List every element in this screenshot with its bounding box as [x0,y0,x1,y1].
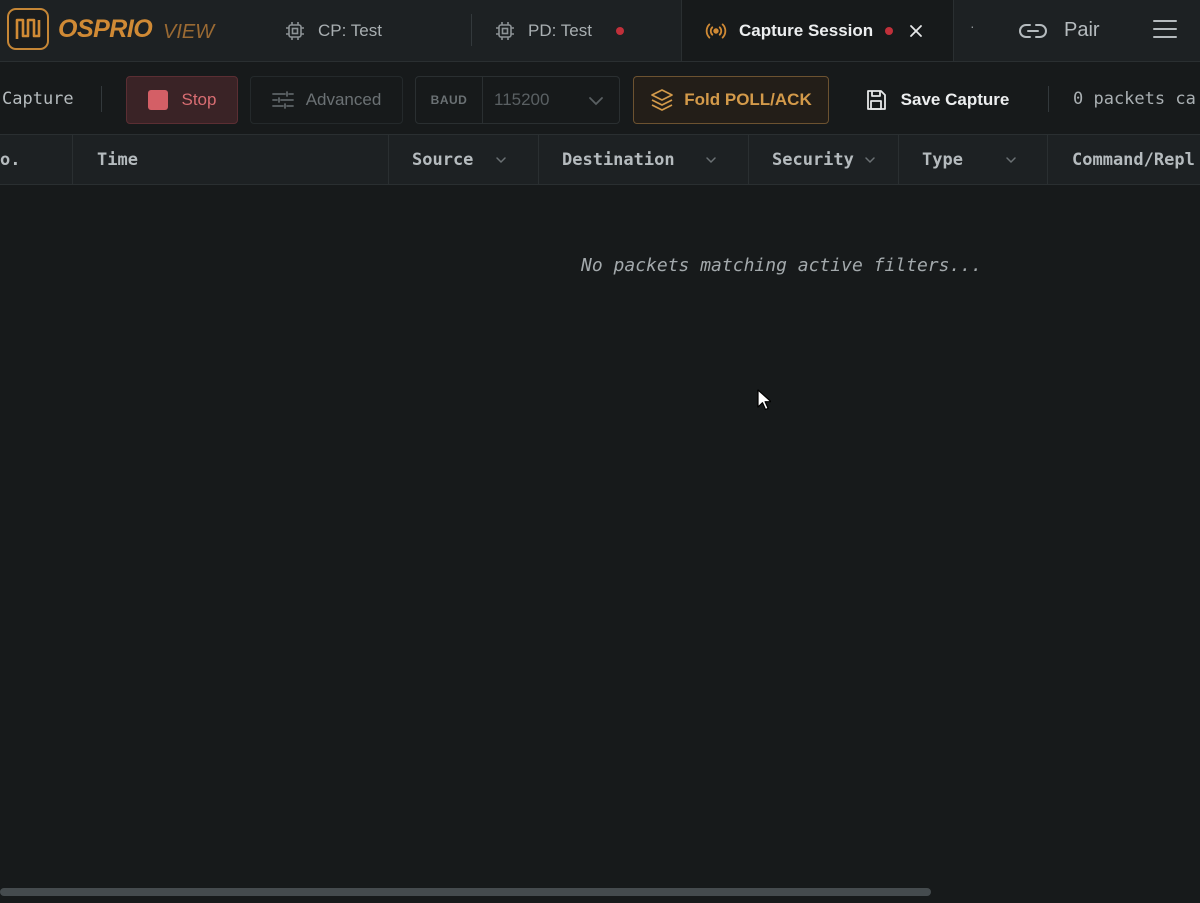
chevron-down-icon[interactable] [704,152,718,166]
pair-label: Pair [1064,19,1100,41]
column-label: Type [922,149,963,170]
unsaved-indicator [615,26,624,35]
logo-icon [7,8,49,50]
fold-label: Fold POLL/ACK [684,90,812,109]
column-header-no[interactable]: o. [0,135,72,184]
column-header-time[interactable]: Time [97,135,387,184]
fold-poll-ack-button[interactable]: Fold POLL/ACK [633,76,829,124]
column-header-type[interactable]: Type [922,135,1047,184]
advanced-label: Advanced [305,90,382,109]
column-label: Source [412,149,474,170]
column-divider[interactable] [538,135,539,184]
column-divider[interactable] [388,135,389,184]
packet-count: 0 packets ca [1073,89,1196,109]
column-header-security[interactable]: Security [772,135,897,184]
column-header-destination[interactable]: Destination [562,135,747,184]
column-header-command-reply[interactable]: Command/Repl [1072,135,1200,184]
menu-icon[interactable] [1153,18,1177,45]
save-label: Save Capture [900,90,1010,109]
baud-select[interactable]: BAUD 115200 [415,76,620,124]
chip-icon [494,20,516,42]
tab-bar: OSPRIO VIEW CP: Test PD: Test Capture Se… [0,0,1200,62]
save-capture-button[interactable]: Save Capture [852,76,1022,124]
tab-label: CP: Test [318,20,382,40]
brand-suffix: VIEW [163,21,215,43]
column-divider[interactable] [748,135,749,184]
column-divider[interactable] [72,135,73,184]
tab-overflow-indicator: · [970,18,975,34]
tab-divider [471,14,472,46]
column-label: o. [0,149,21,170]
column-header-source[interactable]: Source [412,135,537,184]
save-icon [865,89,887,111]
baud-label: BAUD [416,77,483,123]
chevron-down-icon[interactable] [863,152,877,166]
pair-button[interactable]: Pair [1018,0,1128,61]
layers-icon [650,88,674,112]
column-label: Command/Repl [1072,149,1195,170]
tab-pd-test[interactable]: PD: Test [494,0,680,61]
chevron-down-icon[interactable] [494,152,508,166]
stop-icon [147,90,168,110]
baud-value: 115200 [494,90,550,109]
tab-cp-test[interactable]: CP: Test [284,0,464,61]
link-icon [1018,20,1048,42]
mouse-cursor-icon [757,389,772,416]
stop-label: Stop [181,90,217,109]
sliders-icon [271,90,294,110]
chevron-down-icon [588,93,604,113]
tab-capture-session[interactable]: Capture Session [681,0,954,61]
toolbar-divider [101,86,102,112]
column-label: Security [772,149,854,170]
capture-label: Capture [2,89,74,109]
column-label: Destination [562,149,675,170]
tab-label: PD: Test [528,20,592,40]
chevron-down-icon[interactable] [1004,152,1018,166]
scrollbar-thumb[interactable] [0,888,931,896]
column-label: Time [97,149,138,170]
capture-toolbar: Capture Stop Advanced BAUD 115200 Fold P… [0,62,1200,135]
brand-name: OSPRIO [58,15,153,43]
packet-table-header: o. Time Source Destination Security Type… [0,135,1200,185]
empty-state-message: No packets matching active filters... [581,255,982,276]
unsaved-indicator [885,26,894,35]
column-divider[interactable] [898,135,899,184]
stop-button[interactable]: Stop [126,76,238,124]
advanced-button[interactable]: Advanced [250,76,403,124]
chip-icon [284,20,306,42]
close-icon[interactable] [909,24,923,38]
toolbar-divider [1048,86,1049,112]
broadcast-icon [705,20,727,42]
column-divider[interactable] [1047,135,1048,184]
tab-label: Capture Session [739,20,874,40]
